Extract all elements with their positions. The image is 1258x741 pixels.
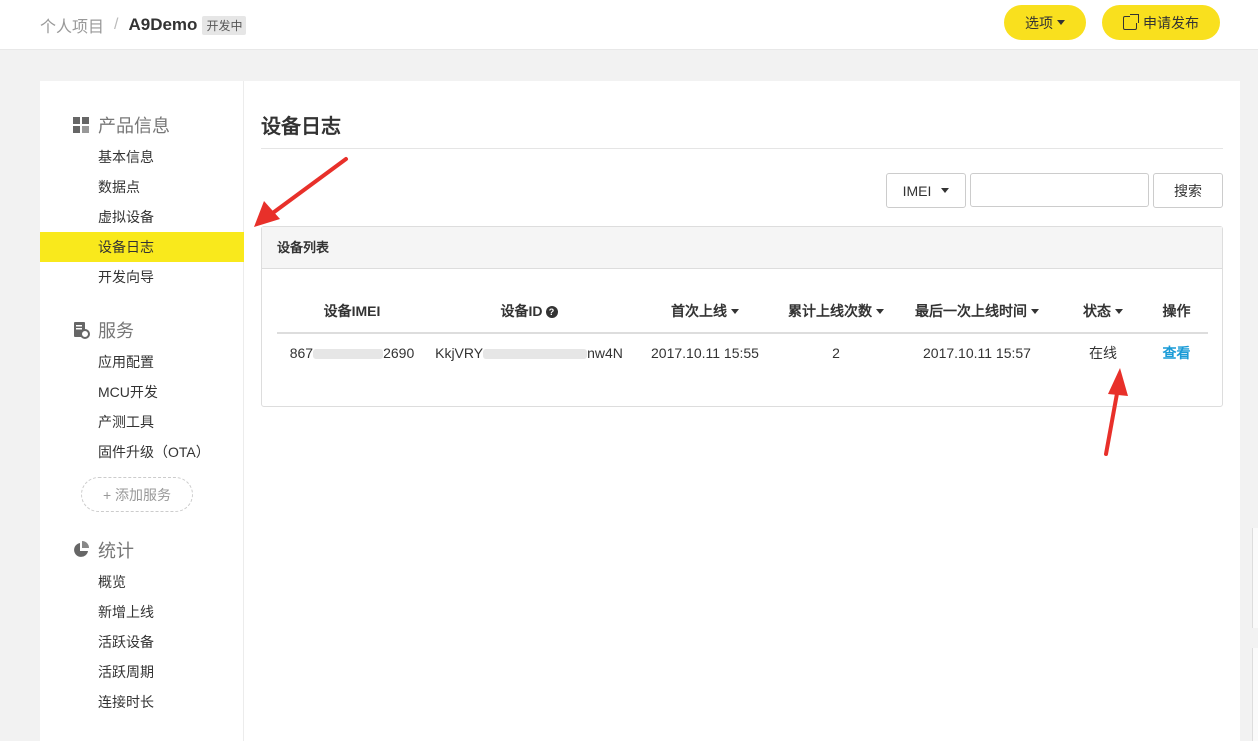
- caret-down-icon: [941, 188, 950, 193]
- right-scroll-strip[interactable]: [1252, 528, 1258, 628]
- pie-chart-icon: [74, 541, 89, 557]
- breadcrumb: 个人项目 / A9Demo 开发中: [40, 13, 247, 37]
- sidebar-item-ota[interactable]: 固件升级（OTA）: [40, 437, 244, 467]
- sidebar-item-active-devices[interactable]: 活跃设备: [40, 627, 244, 657]
- sidebar-item-device-log[interactable]: 设备日志: [40, 232, 244, 262]
- cell-last-online: 2017.10.11 15:57: [923, 344, 1031, 361]
- table-row: 867 2690 KkjVRY nw4N 2017.10.11 15:55 2 20…: [277, 333, 1208, 371]
- annotation-arrow-left: [254, 157, 348, 227]
- section-title-label: 产品信息: [98, 116, 170, 136]
- page-title: 设备日志: [261, 116, 341, 138]
- sidebar-item-app-config[interactable]: 应用配置: [40, 347, 244, 377]
- section-title-product: 产品信息: [72, 112, 170, 138]
- search-button[interactable]: 搜索: [1153, 173, 1223, 208]
- publish-button[interactable]: 申请发布: [1102, 5, 1220, 40]
- publish-button-label: 申请发布: [1143, 14, 1199, 31]
- filter-select[interactable]: IMEI: [886, 173, 966, 208]
- device-table: 设备IMEI 设备ID? 首次上线 累计上线次数 最后一次上线时间 状态 操作 …: [277, 289, 1208, 371]
- sidebar-item-basic-info[interactable]: 基本信息: [40, 142, 244, 172]
- project-name: A9Demo: [128, 15, 198, 34]
- redacted-blur: [483, 348, 588, 359]
- external-link-icon: [1123, 13, 1139, 30]
- sidebar-item-active-period[interactable]: 活跃周期: [40, 657, 244, 687]
- top-bar: 个人项目 / A9Demo 开发中 选项 申请发布: [0, 0, 1258, 50]
- search-input[interactable]: [970, 173, 1149, 207]
- device-list-panel: 设备列表 设备IMEI 设备ID? 首次上线 累计上线次数 最后一次上线时间 状…: [261, 226, 1223, 407]
- filter-select-value: IMEI: [902, 182, 932, 199]
- table-header-row: 设备IMEI 设备ID? 首次上线 累计上线次数 最后一次上线时间 状态 操作: [277, 289, 1208, 334]
- right-scroll-strip[interactable]: [1252, 648, 1258, 741]
- caret-down-icon: [1057, 20, 1065, 25]
- sidebar-item-overview[interactable]: 概览: [40, 567, 244, 597]
- breadcrumb-root[interactable]: 个人项目: [40, 13, 104, 37]
- cell-device-id: KkjVRY nw4N: [435, 344, 623, 361]
- sort-caret-icon: [876, 309, 884, 315]
- sidebar-item-virtual-device[interactable]: 虚拟设备: [40, 202, 244, 232]
- add-service-button[interactable]: + 添加服务: [81, 477, 193, 512]
- redacted-blur: [313, 348, 384, 359]
- sidebar: 产品信息 基本信息 数据点 虚拟设备 设备日志 开发向导 服务 应用配置 MCU…: [40, 81, 244, 741]
- service-gear-icon: [74, 322, 90, 339]
- sort-caret-icon: [1031, 309, 1039, 315]
- options-button-label: 选项: [1025, 14, 1053, 31]
- breadcrumb-separator: /: [114, 16, 119, 33]
- view-link[interactable]: 查看: [1163, 345, 1191, 361]
- sidebar-item-datapoints[interactable]: 数据点: [40, 172, 244, 202]
- col-first-online[interactable]: 首次上线: [631, 289, 779, 334]
- section-title-service: 服务: [72, 317, 134, 343]
- status-badge: 开发中: [202, 15, 247, 35]
- sidebar-item-dev-guide[interactable]: 开发向导: [40, 262, 244, 292]
- col-action: 操作: [1145, 289, 1208, 334]
- annotation-arrow-up: [1104, 368, 1128, 456]
- section-title-label: 统计: [98, 541, 134, 561]
- cell-imei: 867 2690: [289, 344, 415, 361]
- sort-caret-icon: [731, 309, 739, 315]
- cell-first-online: 2017.10.11 15:55: [651, 344, 759, 361]
- grid-icon: [73, 117, 89, 133]
- sidebar-item-new-online[interactable]: 新增上线: [40, 597, 244, 627]
- col-status[interactable]: 状态: [1061, 289, 1145, 334]
- sidebar-item-connection-time[interactable]: 连接时长: [40, 687, 244, 717]
- help-icon[interactable]: ?: [545, 305, 558, 318]
- cell-action: 查看: [1145, 333, 1208, 371]
- divider: [261, 148, 1223, 149]
- sidebar-item-mcu-dev[interactable]: MCU开发: [40, 377, 244, 407]
- section-title-label: 服务: [98, 321, 134, 341]
- col-imei: 设备IMEI: [277, 289, 427, 334]
- col-last-online[interactable]: 最后一次上线时间: [893, 289, 1061, 334]
- device-list-title: 设备列表: [262, 227, 1222, 269]
- sidebar-item-production-test[interactable]: 产测工具: [40, 407, 244, 437]
- sort-caret-icon: [1115, 309, 1123, 315]
- options-button[interactable]: 选项: [1004, 5, 1086, 40]
- cell-online-count: 2: [832, 344, 840, 361]
- main-panel: 产品信息 基本信息 数据点 虚拟设备 设备日志 开发向导 服务 应用配置 MCU…: [40, 81, 1240, 741]
- section-title-stats: 统计: [72, 537, 134, 563]
- col-device-id: 设备ID?: [427, 289, 631, 334]
- col-online-count[interactable]: 累计上线次数: [779, 289, 893, 334]
